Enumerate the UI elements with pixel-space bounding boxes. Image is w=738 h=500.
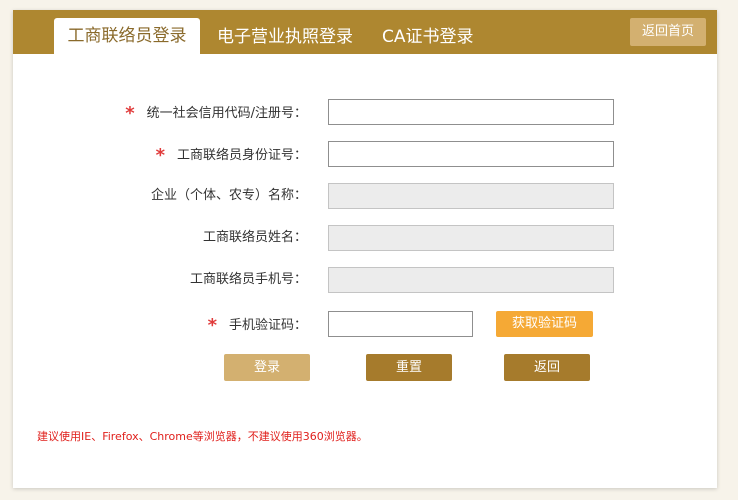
sms-code-input[interactable] xyxy=(328,311,473,337)
liaison-phone-label: 工商联络员手机号： xyxy=(189,272,307,287)
credit-code-input[interactable] xyxy=(328,99,614,125)
sms-code-label: * 手机验证码： xyxy=(207,315,307,336)
liaison-name-row: 工商联络员姓名： xyxy=(13,225,717,251)
return-home-button[interactable]: 返回首页 xyxy=(630,18,706,46)
get-code-button[interactable]: 获取验证码 xyxy=(496,311,593,337)
liaison-id-label: * 工商联络员身份证号： xyxy=(155,145,307,166)
liaison-name-label: 工商联络员姓名： xyxy=(202,230,307,245)
liaison-phone-field xyxy=(328,267,614,293)
liaison-phone-row: 工商联络员手机号： xyxy=(13,267,717,293)
login-panel: 工商联络员登录 电子营业执照登录 CA证书登录 返回首页 * 统一社会信用代码/注… xyxy=(13,10,717,488)
credit-code-label: * 统一社会信用代码/注册号： xyxy=(125,103,307,124)
enterprise-name-field xyxy=(328,183,614,209)
enterprise-name-label: 企业（个体、农专）名称： xyxy=(150,188,307,203)
tab-bar: 工商联络员登录 电子营业执照登录 CA证书登录 返回首页 xyxy=(13,10,717,54)
browser-notice: 建议使用IE、Firefox、Chrome等浏览器，不建议使用360浏览器。 xyxy=(37,430,368,443)
reset-button[interactable]: 重置 xyxy=(366,354,452,381)
tab-e-license-login[interactable]: 电子营业执照登录 xyxy=(217,20,353,54)
required-mark: * xyxy=(207,315,217,336)
required-mark: * xyxy=(125,103,135,124)
tab-ca-cert-login[interactable]: CA证书登录 xyxy=(382,20,474,54)
liaison-id-input[interactable] xyxy=(328,141,614,167)
tab-liaison-login[interactable]: 工商联络员登录 xyxy=(54,18,200,54)
enterprise-name-row: 企业（个体、农专）名称： xyxy=(13,183,717,209)
liaison-name-field xyxy=(328,225,614,251)
required-mark: * xyxy=(155,145,165,166)
login-button[interactable]: 登录 xyxy=(224,354,310,381)
back-button[interactable]: 返回 xyxy=(504,354,590,381)
sms-code-row: * 手机验证码： 获取验证码 xyxy=(13,311,717,337)
credit-code-row: * 统一社会信用代码/注册号： xyxy=(13,99,717,125)
liaison-id-row: * 工商联络员身份证号： xyxy=(13,141,717,167)
